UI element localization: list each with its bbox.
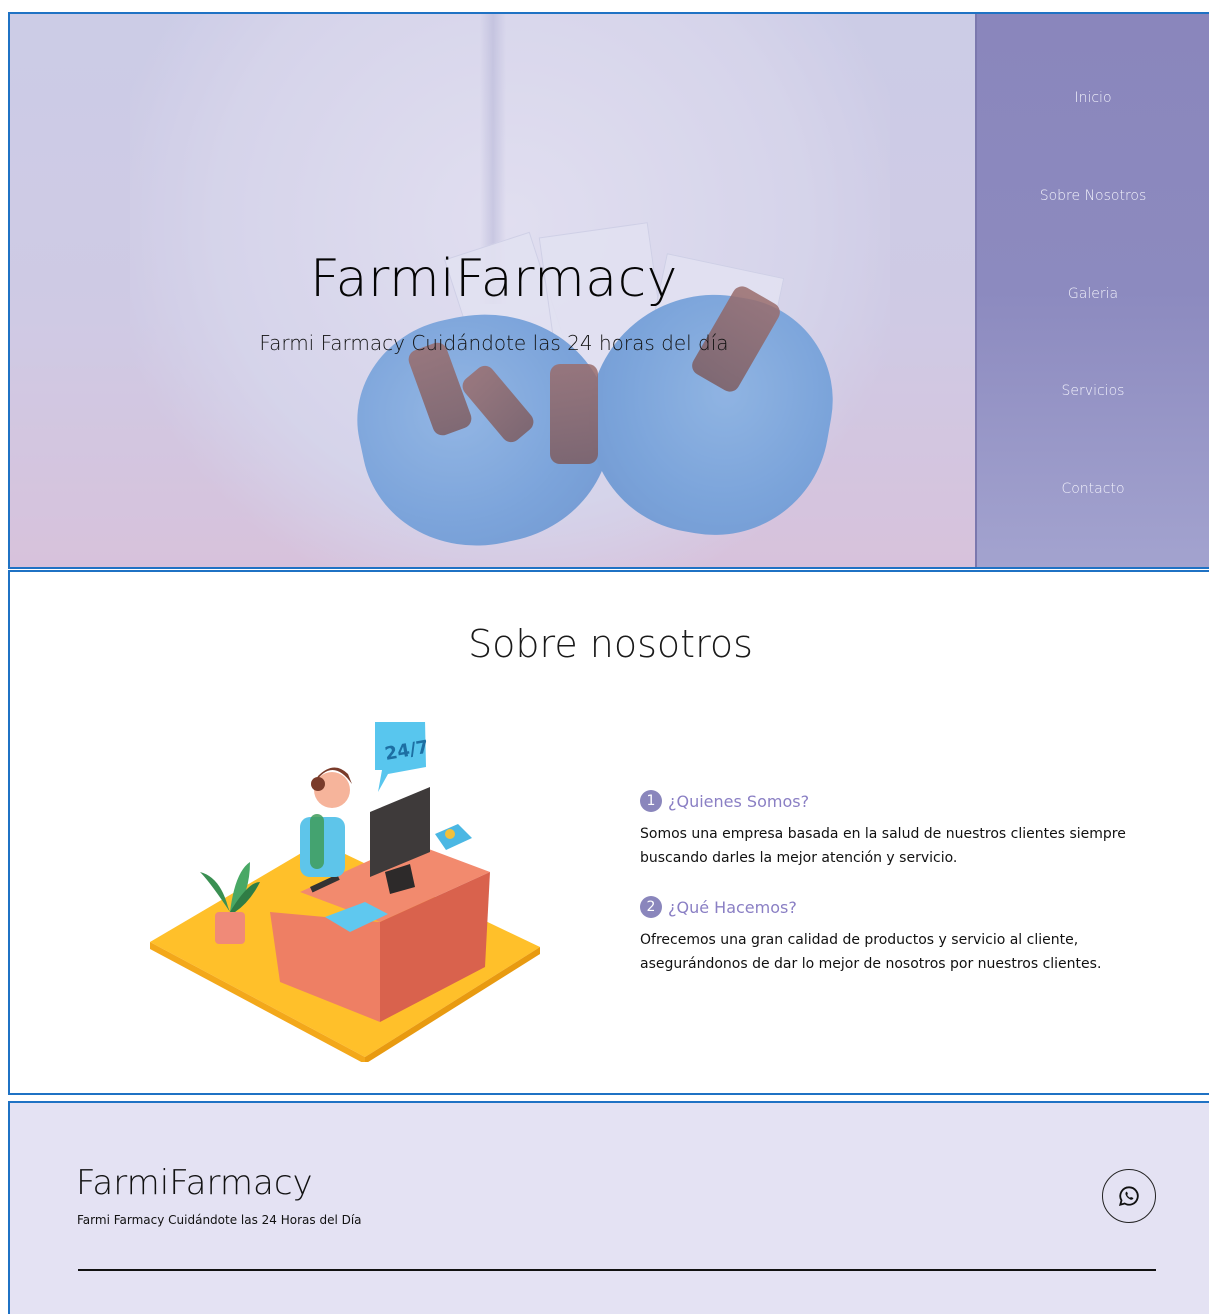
info-item-title: ¿Quienes Somos? — [668, 791, 810, 811]
footer: FarmiFarmacy Farmi Farmacy Cuidándote la… — [8, 1101, 1209, 1314]
info-item-text: Somos una empresa basada en la salud de … — [640, 826, 1126, 866]
about-section: Sobre nosotros 24/7 1 ¿Quienes Somos? So… — [8, 570, 1209, 1095]
nav-item-contacto[interactable]: Contacto — [977, 481, 1209, 497]
hero-subtitle: Farmi Farmacy Cuidándote las 24 horas de… — [259, 331, 729, 355]
whatsapp-button[interactable] — [1102, 1169, 1156, 1223]
footer-divider — [78, 1269, 1156, 1271]
nav-item-sobre-nosotros[interactable]: Sobre Nosotros — [977, 188, 1209, 204]
nav-item-galeria[interactable]: Galeria — [977, 286, 1209, 302]
side-navigation: Inicio Sobre Nosotros Galeria Servicios … — [975, 14, 1209, 567]
hero-title: FarmiFarmacy — [310, 249, 678, 309]
support-desk-illustration: 24/7 — [150, 722, 540, 1062]
footer-brand-title: FarmiFarmacy — [76, 1163, 313, 1203]
info-item-title: ¿Qué Hacemos? — [668, 897, 797, 917]
whatsapp-icon — [1118, 1186, 1139, 1207]
info-item-que-hacemos: 2 ¿Qué Hacemos? Ofrecemos una gran calid… — [640, 896, 1170, 976]
footer-tagline: Farmi Farmacy Cuidándote las 24 Horas de… — [77, 1213, 362, 1227]
step-number-badge: 1 — [640, 790, 662, 812]
info-item-quienes-somos: 1 ¿Quienes Somos? Somos una empresa basa… — [640, 790, 1170, 870]
nav-item-servicios[interactable]: Servicios — [977, 383, 1209, 399]
hero-section: FarmiFarmacy Farmi Farmacy Cuidándote la… — [8, 12, 1209, 569]
nav-item-inicio[interactable]: Inicio — [977, 90, 1209, 106]
section-title: Sobre nosotros — [468, 622, 753, 666]
info-item-text: Ofrecemos una gran calidad de productos … — [640, 932, 1102, 972]
step-number-badge: 2 — [640, 896, 662, 918]
